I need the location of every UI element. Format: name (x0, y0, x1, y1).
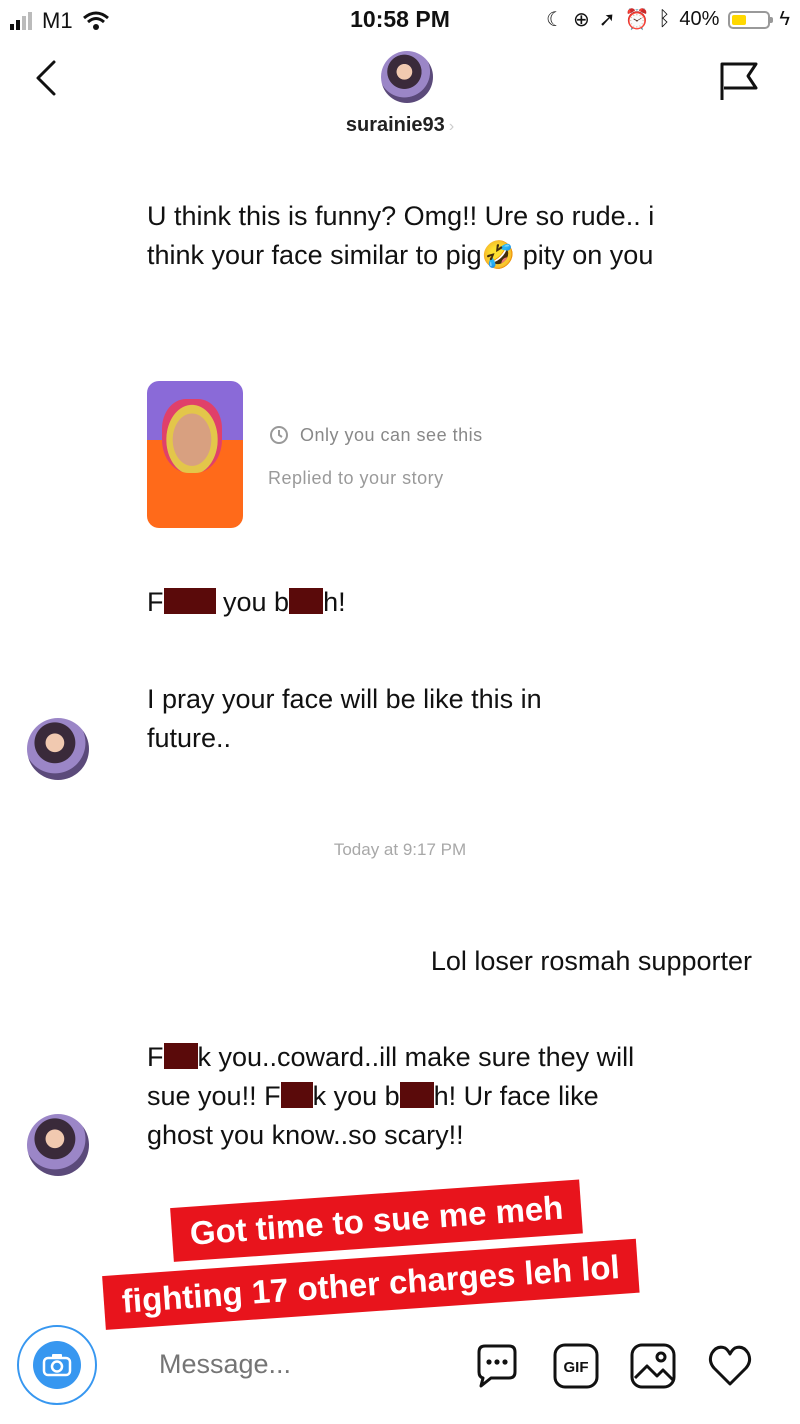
battery-percent: 40% (679, 8, 720, 30)
location-icon: ➚ (598, 9, 616, 31)
header-avatar[interactable] (381, 51, 433, 103)
redaction-block (163, 1043, 198, 1069)
story-reply-info: Only you can see this Replied to your st… (268, 424, 483, 489)
camera-button[interactable] (17, 1325, 97, 1405)
message-bubble: F you b h! (147, 587, 346, 617)
gif-icon[interactable]: GIF (552, 1342, 600, 1390)
redaction-block (163, 588, 216, 614)
sender-avatar[interactable] (27, 718, 89, 780)
moon-icon: ☾ (546, 9, 564, 31)
redaction-block (289, 588, 324, 614)
timestamp: Today at 9:17 PM (333, 840, 467, 859)
camera-icon (33, 1341, 81, 1389)
message-bubble: I pray your face will be like this in fu… (147, 684, 542, 753)
chat-bubble-icon[interactable] (473, 1342, 521, 1390)
charging-icon: ϟ (779, 8, 790, 30)
redaction-block (280, 1082, 313, 1108)
flag-icon[interactable] (718, 60, 760, 102)
only-you-label: Only you can see this (300, 424, 483, 445)
story-image (162, 399, 222, 473)
battery-icon (728, 10, 774, 29)
message-composer: GIF (0, 1320, 800, 1420)
status-bar: M1 10:58 PM ☾ ⊕ ➚ ⏰ ᛒ 40% ϟ (0, 0, 800, 40)
message-input[interactable] (157, 1348, 461, 1381)
back-arrow-icon[interactable] (28, 58, 68, 98)
story-thumbnail[interactable] (147, 381, 243, 528)
chevron-right-icon: › (448, 118, 455, 135)
message-bubble: U think this is funny? Omg!! Ure so rude… (147, 201, 655, 270)
heart-icon[interactable] (706, 1342, 754, 1390)
history-icon (270, 426, 288, 444)
sent-message: Lol loser rosmah supporter (430, 946, 752, 976)
alarm-icon: ⏰ (624, 9, 650, 31)
svg-text:GIF: GIF (564, 1359, 589, 1376)
rotation-lock-icon: ⊕ (572, 9, 590, 31)
message-bubble: Fk you..coward..ill make sure they will … (147, 1042, 635, 1150)
redaction-block (399, 1082, 434, 1108)
username-text: surainie93 (345, 114, 445, 136)
thread-username[interactable]: surainie93 › (0, 114, 800, 137)
sender-avatar[interactable] (27, 1114, 89, 1176)
bluetooth-icon: ᛒ (658, 8, 671, 30)
image-icon[interactable] (629, 1342, 677, 1390)
replied-label: Replied to your story (268, 468, 444, 488)
